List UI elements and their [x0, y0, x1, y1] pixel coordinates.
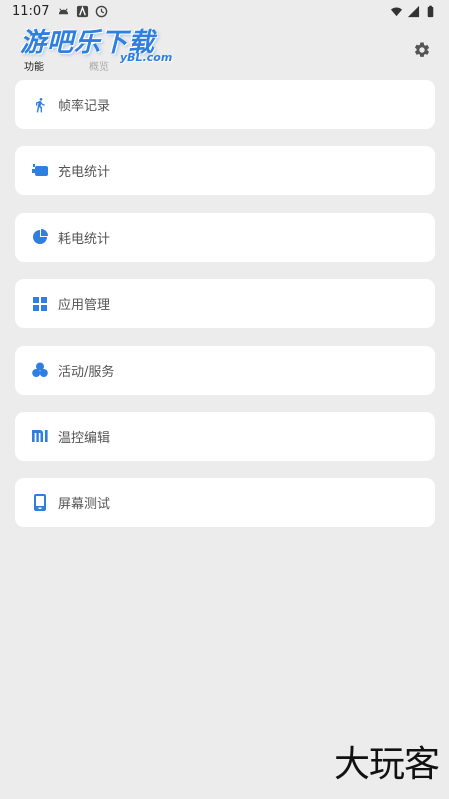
menu-item-label: 耗电统计 — [58, 231, 111, 247]
menu-item-thermal-edit[interactable]: 温控编辑 — [15, 411, 435, 461]
menu-item-screen-test[interactable]: 屏幕测试 — [15, 478, 435, 528]
menu-item-label: 帧率记录 — [58, 99, 111, 114]
watermark-text: 大玩客 — [333, 744, 440, 785]
logo-subtext: yBL.com — [120, 51, 173, 64]
wifi-icon — [390, 7, 403, 16]
menu-item-label: 温控编辑 — [58, 430, 111, 446]
notification-a-icon — [77, 5, 89, 17]
grid-icon — [31, 295, 49, 313]
mi-logo-icon — [31, 427, 49, 445]
running-icon — [31, 96, 49, 114]
feature-menu: 帧率记录 充电统计 耗电统计 应用管理 活动/服务 温控编辑 屏幕测试 — [15, 80, 435, 545]
menu-item-fps-record[interactable]: 帧率记录 — [15, 80, 435, 129]
menu-item-label: 活动/服务 — [58, 364, 115, 380]
tab-overview[interactable]: 概览 — [89, 58, 109, 73]
menu-item-charging-stats[interactable]: 充电统计 — [15, 146, 435, 196]
menu-item-label: 充电统计 — [58, 165, 111, 181]
menu-item-label: 屏幕测试 — [58, 497, 111, 513]
phone-screen-icon — [31, 494, 49, 512]
menu-item-power-stats[interactable]: 耗电统计 — [15, 212, 435, 262]
app-header: 游吧乐下载 yBL.com 功能 概览 — [0, 22, 449, 73]
status-time: 11:07 — [12, 3, 50, 19]
menu-item-app-management[interactable]: 应用管理 — [15, 279, 435, 329]
tab-features[interactable]: 功能 — [24, 58, 44, 73]
battery-icon — [427, 5, 434, 17]
signal-icon — [407, 5, 420, 17]
clock-icon — [96, 5, 108, 17]
three-circles-icon — [31, 361, 49, 379]
status-bar: 11:07 — [0, 0, 449, 22]
charging-icon — [31, 162, 49, 180]
pie-chart-icon — [31, 228, 49, 246]
menu-item-activity-service[interactable]: 活动/服务 — [15, 345, 435, 395]
gear-icon[interactable] — [413, 41, 431, 59]
android-icon — [59, 7, 69, 14]
menu-item-label: 应用管理 — [58, 298, 111, 314]
